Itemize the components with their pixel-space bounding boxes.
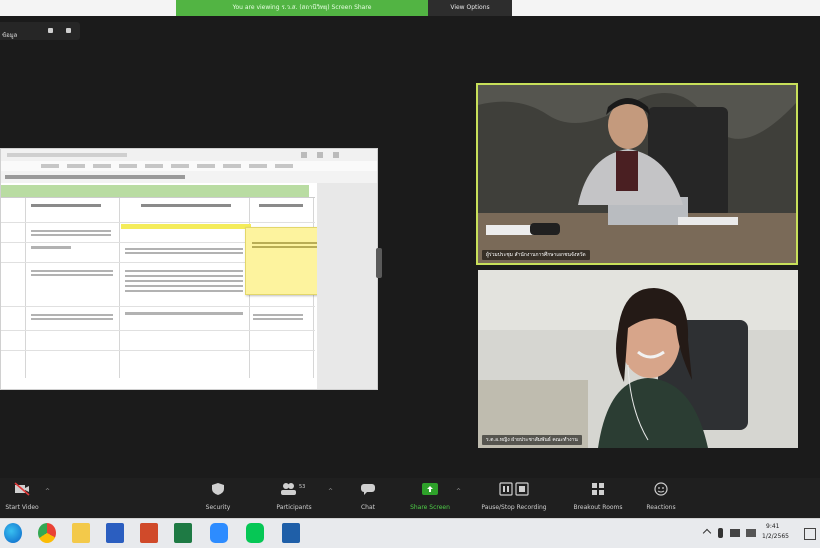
system-tray: 9:41 1/2/2565 — [700, 519, 820, 548]
windows-taskbar: 9:41 1/2/2565 — [0, 518, 820, 548]
security-button[interactable]: Security — [196, 482, 240, 516]
meeting-id-label: ข้อมูล — [2, 32, 18, 39]
excel-icon[interactable] — [174, 523, 192, 543]
chat-icon — [359, 482, 377, 496]
address-bar — [7, 153, 127, 157]
cell-text — [31, 228, 111, 236]
screen-share-banner: You are viewing ร.ว.ส. (สถานีวิทยุ) Scre… — [176, 0, 428, 16]
clock-time[interactable]: 9:41 — [766, 523, 779, 530]
breakout-rooms-label: Breakout Rooms — [573, 504, 623, 511]
guest-video-feed — [478, 270, 798, 448]
participants-label: Participants — [276, 504, 312, 511]
shield-icon[interactable] — [48, 28, 53, 33]
file-explorer-icon[interactable] — [72, 523, 90, 543]
powerpoint-icon[interactable] — [140, 523, 158, 543]
spreadsheet-ribbon — [1, 171, 377, 183]
cell-text — [31, 312, 113, 320]
host-video-feed — [478, 85, 796, 263]
maximize-icon — [317, 152, 323, 158]
clock-date[interactable]: 1/2/2565 — [762, 533, 789, 540]
participant-name-tag: ผู้ร่วมประชุม สำนักงานการศึกษาเอกชนจังหว… — [482, 250, 590, 260]
breakout-rooms-button[interactable]: Breakout Rooms — [566, 482, 630, 516]
cell-text — [253, 312, 303, 320]
notifications-icon[interactable] — [804, 528, 816, 540]
chat-label: Chat — [360, 504, 376, 511]
photos-icon[interactable] — [282, 523, 300, 543]
fullscreen-icon[interactable] — [66, 28, 71, 33]
participants-icon: 53 — [279, 482, 309, 496]
cell-text — [31, 246, 71, 249]
share-panel-splitter[interactable] — [376, 248, 382, 278]
video-off-icon — [13, 482, 31, 496]
table-row — [1, 350, 315, 351]
column-header — [141, 204, 231, 207]
close-icon — [333, 152, 339, 158]
spreadsheet-margin — [317, 183, 377, 389]
sheet-title-bar — [5, 175, 185, 179]
line-icon[interactable] — [246, 523, 264, 543]
share-screen-label: Share Screen — [410, 504, 450, 511]
chevron-up-icon[interactable] — [702, 528, 712, 538]
recording-icon — [498, 482, 530, 496]
column-header — [31, 204, 101, 207]
edge-icon[interactable] — [4, 523, 22, 543]
meeting-toolbar: Start Video ^ Security 53 Participants ^… — [0, 478, 820, 518]
participants-button[interactable]: 53 Participants — [268, 482, 320, 516]
share-screen-icon — [421, 482, 439, 496]
zoom-icon[interactable] — [210, 523, 228, 543]
column-divider — [119, 198, 120, 378]
microphone-icon[interactable] — [718, 528, 723, 538]
speaker-icon[interactable] — [730, 529, 740, 537]
minimize-icon — [301, 152, 307, 158]
video-options-caret[interactable]: ^ — [45, 488, 50, 495]
table-row — [1, 222, 315, 223]
toolbar-items — [41, 164, 301, 168]
security-label: Security — [205, 504, 231, 511]
participant-name-tag: ร.ต.อ.หญิง ฝ่ายประชาสัมพันธ์ คณะทำงาน — [482, 435, 582, 445]
participant-count: 53 — [299, 484, 306, 490]
cell-text — [125, 246, 243, 254]
network-icon[interactable] — [746, 529, 756, 537]
header-row-highlight — [1, 185, 309, 197]
video-tile-active-speaker[interactable]: ผู้ร่วมประชุม สำนักงานการศึกษาเอกชนจังหว… — [476, 83, 798, 265]
participants-options-caret[interactable]: ^ — [328, 488, 333, 495]
video-tile-participant[interactable]: ร.ต.อ.หญิง ฝ่ายประชาสัมพันธ์ คณะทำงาน — [478, 270, 798, 448]
view-options-button[interactable]: View Options — [428, 0, 512, 16]
cell-text — [31, 268, 113, 276]
highlighted-cell — [121, 224, 251, 229]
start-video-button[interactable]: Start Video — [0, 482, 44, 516]
reactions-label: Reactions — [646, 504, 676, 511]
table-row — [1, 306, 315, 307]
reactions-button[interactable]: Reactions — [636, 482, 686, 516]
table-row — [1, 330, 315, 331]
reactions-icon — [652, 482, 670, 496]
shared-screen — [0, 148, 378, 390]
column-header — [259, 204, 303, 207]
meeting-info[interactable]: ข้อมูล — [0, 22, 80, 40]
share-options-caret[interactable]: ^ — [456, 488, 461, 495]
shield-icon — [209, 482, 227, 496]
chrome-icon[interactable] — [38, 523, 56, 543]
chat-button[interactable]: Chat — [346, 482, 390, 516]
cell-text — [125, 312, 243, 315]
word-icon[interactable] — [106, 523, 124, 543]
column-divider — [25, 198, 26, 378]
start-video-label: Start Video — [5, 504, 39, 511]
breakout-rooms-icon — [589, 482, 607, 496]
pause-stop-recording-button[interactable]: Pause/Stop Recording — [468, 482, 560, 516]
recording-label: Pause/Stop Recording — [481, 504, 547, 511]
share-screen-button[interactable]: Share Screen — [400, 482, 460, 516]
cell-text — [125, 268, 243, 292]
